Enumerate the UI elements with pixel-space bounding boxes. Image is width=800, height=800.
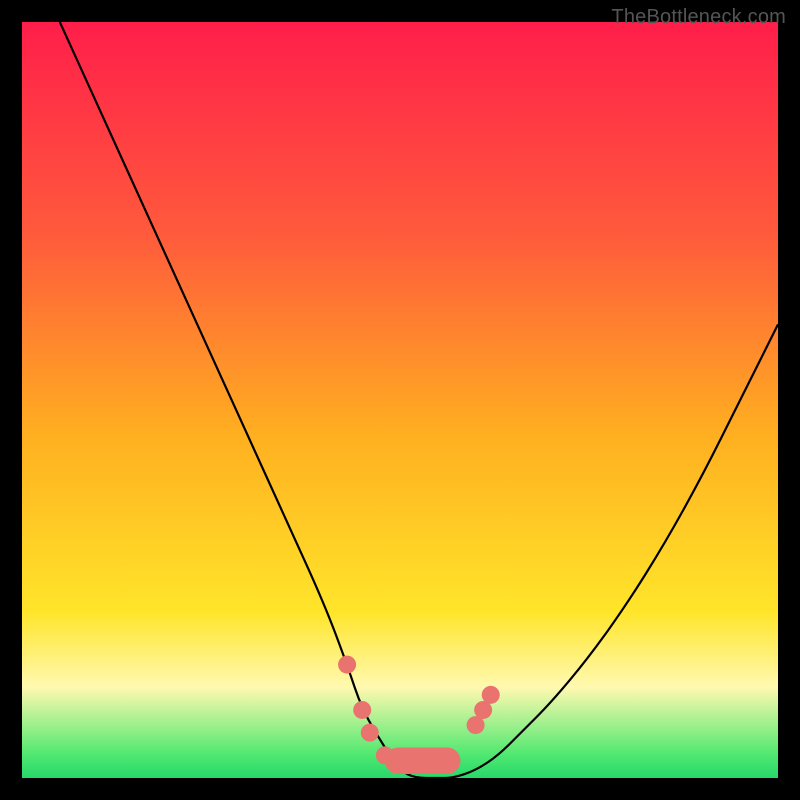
curve-marker (353, 701, 371, 719)
curve-marker (482, 686, 500, 704)
curve-marker (338, 656, 356, 674)
watermark-text: TheBottleneck.com (611, 6, 786, 29)
minimum-bar (385, 748, 461, 774)
bottleneck-curve (60, 22, 778, 778)
plot-area (22, 22, 778, 778)
curve-marker (376, 746, 394, 764)
chart-frame: TheBottleneck.com (0, 0, 800, 800)
curve-layer (22, 22, 778, 778)
curve-marker (361, 724, 379, 742)
